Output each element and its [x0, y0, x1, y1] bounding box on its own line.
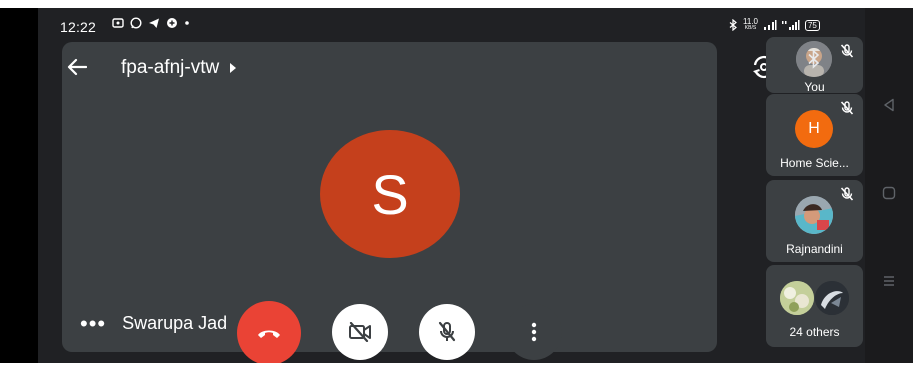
notification-icons	[112, 17, 190, 29]
participant-initial: H	[808, 120, 820, 137]
active-speaker-name: Swarupa Jad	[122, 313, 228, 333]
more-vert-icon	[531, 322, 537, 342]
participant-tile-others[interactable]: 24 others	[766, 265, 863, 347]
nav-home-icon	[882, 186, 896, 200]
net-speed-unit: KB/S	[744, 25, 757, 31]
participant-avatar	[795, 196, 833, 234]
game-icon	[167, 18, 177, 28]
back-button[interactable]	[64, 54, 90, 80]
phone-screen: 12:22 11.0 KB/S 75 fpa-afnj-vtw S ••• Sw…	[38, 8, 865, 363]
participant-name: You	[804, 80, 825, 94]
arrow-back-icon	[67, 58, 87, 76]
main-participant-avatar: S	[320, 130, 460, 258]
caret-right-icon	[230, 63, 237, 73]
active-speaker-row[interactable]: ••• Swarupa Jad	[80, 312, 228, 334]
signal-2-icon	[781, 20, 800, 30]
telegram-icon	[149, 18, 159, 28]
bluetooth-overlay-icon	[808, 49, 820, 69]
status-right: 11.0 KB/S 75	[728, 18, 820, 32]
meeting-code: fpa-afnj-vtw	[121, 57, 220, 78]
status-bar: 12:22 11.0 KB/S 75	[38, 8, 865, 38]
nav-back-icon	[884, 98, 894, 112]
group-avatar-2	[815, 281, 849, 315]
participant-name: 24 others	[789, 325, 840, 339]
whatsapp-icon	[130, 17, 142, 29]
net-speed: 11.0 KB/S	[743, 18, 758, 32]
notification-dot-icon	[185, 21, 189, 25]
user-photo-icon	[795, 196, 833, 234]
screen-cast-icon	[112, 18, 124, 28]
nav-home-button[interactable]	[880, 184, 898, 202]
group-avatar-1	[780, 281, 814, 315]
participant-name: Rajnandini	[786, 242, 843, 256]
more-options-button[interactable]	[506, 304, 562, 360]
system-nav-bar	[865, 8, 913, 363]
user-photo-icon	[815, 281, 849, 315]
muted-icon	[840, 101, 854, 115]
mic-off-icon	[438, 321, 456, 342]
camera-toggle-button[interactable]	[332, 304, 388, 360]
screen: 12:22 11.0 KB/S 75 fpa-afnj-vtw S ••• Sw…	[0, 0, 913, 371]
letterbox	[0, 8, 38, 363]
signal-icon	[763, 20, 777, 30]
bluetooth-status-icon	[729, 19, 737, 31]
battery-indicator: 75	[804, 19, 820, 31]
status-time: 12:22	[60, 19, 97, 35]
participant-avatar: H	[795, 110, 833, 148]
mic-toggle-button[interactable]	[419, 304, 475, 360]
participant-name: Home Scie...	[780, 156, 849, 170]
user-photo-icon	[780, 281, 814, 315]
net-speed-value: 11.0	[743, 17, 758, 26]
more-dots-icon[interactable]: •••	[80, 312, 106, 334]
end-call-button[interactable]	[237, 301, 301, 363]
muted-icon	[840, 44, 854, 58]
meeting-title[interactable]: fpa-afnj-vtw	[121, 57, 237, 79]
main-avatar-initial: S	[371, 162, 409, 226]
nav-back-button[interactable]	[880, 96, 898, 114]
nav-recents-icon	[884, 276, 894, 286]
camera-off-icon	[349, 322, 371, 342]
nav-recents-button[interactable]	[880, 272, 898, 290]
participant-tile-you[interactable]: You	[766, 37, 863, 94]
muted-icon	[840, 187, 854, 201]
participant-tile[interactable]: H Home Scie...	[766, 94, 863, 176]
hang-up-icon	[258, 330, 280, 338]
participant-tile[interactable]: Rajnandini	[766, 180, 863, 262]
